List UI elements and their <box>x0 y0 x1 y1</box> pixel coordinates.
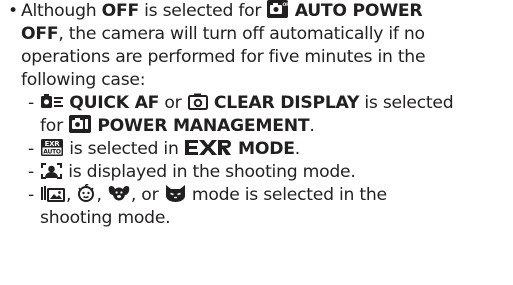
case-text: or <box>159 93 187 113</box>
clear-display-label: CLEAR DISPLAY <box>213 93 360 113</box>
cat-face-icon <box>165 185 186 202</box>
dog-face-icon <box>108 185 130 202</box>
intro-text: operations are performed for five minute… <box>21 47 426 67</box>
case-text: for <box>40 116 69 136</box>
exr-logo-icon <box>184 140 232 155</box>
intro-text: , the camera will turn off automatically… <box>58 24 425 44</box>
case-text: is selected <box>359 93 454 113</box>
svg-text:OFF: OFF <box>283 2 289 8</box>
auto-power-label: AUTO POWER <box>294 1 423 21</box>
case-text: , <box>96 185 107 205</box>
manual-page: • Although OFF is selected for OFF AUTO … <box>0 0 513 285</box>
case-text: . <box>294 139 300 159</box>
list-dash: - <box>28 185 34 205</box>
case-text: . <box>309 116 315 136</box>
quick-af-label: QUICK AF <box>69 93 160 113</box>
auto-power-off-label: OFF <box>21 24 59 44</box>
clear-display-icon <box>187 93 208 110</box>
baby-face-icon <box>77 184 95 202</box>
list-dash: - <box>28 139 34 159</box>
exr-auto-icon: EXR AUTO <box>41 139 63 156</box>
case-text: , <box>66 185 77 205</box>
camera-off-menu-icon: OFF <box>267 0 289 18</box>
case-text: shooting mode. <box>40 208 171 228</box>
svg-text:AUTO: AUTO <box>43 149 61 156</box>
pro-low-light-icon <box>41 185 65 202</box>
intro-text: following case: <box>21 70 146 90</box>
exr-mode-label: MODE <box>238 139 295 159</box>
svg-text:EXR: EXR <box>45 140 61 148</box>
case-text: is displayed in the shooting mode. <box>63 162 356 182</box>
list-dash: - <box>28 93 34 113</box>
off-option: OFF <box>101 1 140 21</box>
bullet: • <box>8 1 18 21</box>
case-text: mode is selected in the <box>186 185 387 205</box>
case-text: is selected in <box>64 139 184 159</box>
portrait-icon <box>41 163 62 179</box>
list-dash: - <box>28 162 34 182</box>
power-management-label: POWER MANAGEMENT <box>97 116 310 136</box>
intro-text: is selected for <box>138 1 267 21</box>
power-management-icon <box>69 115 92 133</box>
case-text: , or <box>130 185 164 205</box>
quick-af-icon <box>41 94 63 110</box>
intro-text: Although <box>21 1 102 21</box>
